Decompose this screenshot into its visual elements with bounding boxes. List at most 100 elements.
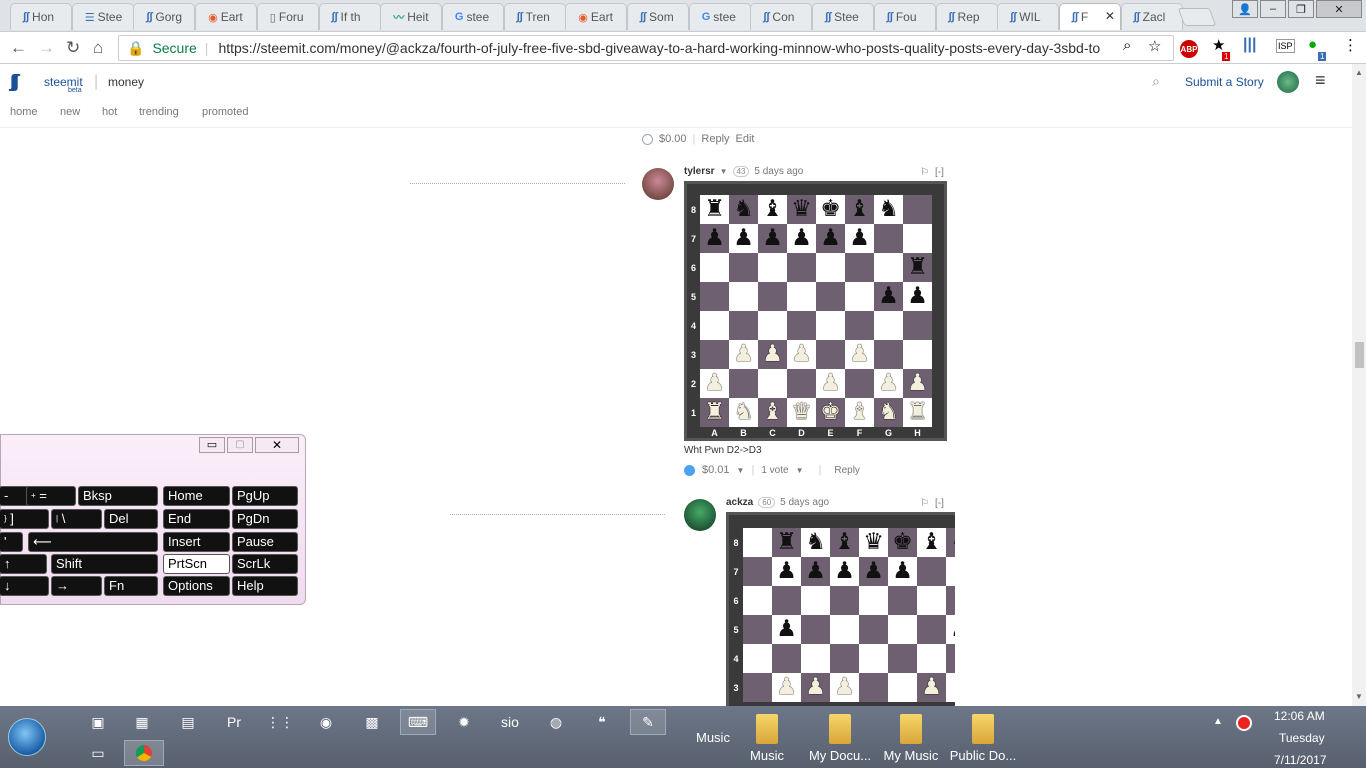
user-icon[interactable]: 👤 [1232, 0, 1258, 18]
tab-1[interactable]: ☰ Stee [71, 3, 134, 30]
key-13[interactable]: Pause [232, 532, 298, 552]
avatar[interactable] [642, 168, 674, 200]
reply-link[interactable]: Reply [834, 465, 860, 476]
menu-dots-icon[interactable]: ⋮ [1343, 36, 1358, 54]
tab-6[interactable]: 〰 Heit [380, 3, 443, 30]
key-12[interactable]: Insert [163, 532, 230, 552]
tab-18[interactable]: ∫∫ Zacl [1120, 3, 1183, 30]
folder-shortcut[interactable]: My Docu... [805, 710, 875, 766]
nav-hot[interactable]: hot [102, 106, 117, 118]
show-hidden-icons[interactable]: ▲ [1213, 716, 1223, 727]
key-8[interactable]: End [163, 509, 230, 529]
tab-11[interactable]: Gstee [688, 3, 751, 30]
collapse-toggle[interactable]: [-] [935, 167, 944, 178]
tab-14[interactable]: ∫∫ Fou [873, 3, 936, 30]
close-window-button[interactable]: ✕ [1316, 0, 1362, 18]
home-icon[interactable]: ⌂ [93, 38, 103, 58]
user-avatar[interactable] [1277, 71, 1299, 93]
key-1[interactable]: + = [26, 486, 76, 506]
upvote-icon[interactable] [684, 464, 695, 476]
key-11[interactable]: ⟵ [28, 532, 158, 552]
key-16[interactable]: PrtScn [163, 554, 230, 574]
flag-icon[interactable]: ⚐ [920, 167, 929, 178]
paint-icon[interactable]: ✹ [446, 709, 482, 735]
tab-0[interactable]: ∫∫ Hon [10, 3, 72, 30]
tab-2[interactable]: ∫∫ Gorg [133, 3, 196, 30]
extension-box-icon[interactable]: ISP [1276, 39, 1295, 53]
hangouts-icon[interactable]: ● [1308, 36, 1317, 53]
back-icon[interactable]: ← [10, 38, 27, 58]
folder-shortcut[interactable]: Music [732, 710, 802, 766]
clock-date[interactable]: 7/11/2017 [1274, 753, 1327, 767]
tab-17[interactable]: ∫∫ F ✕ [1058, 3, 1121, 30]
tab-3[interactable]: ◉ Eart [195, 3, 258, 30]
nav-promoted[interactable]: promoted [202, 106, 248, 118]
maximize-button[interactable]: ▢ [227, 437, 253, 453]
key-9[interactable]: PgDn [232, 509, 298, 529]
zoom-icon[interactable]: ⌕ [1123, 37, 1131, 54]
key-20[interactable]: Fn [104, 576, 158, 596]
payout[interactable]: $0.00 [659, 133, 687, 145]
key-3[interactable]: Home [163, 486, 230, 506]
comment-time[interactable]: 5 days ago [780, 497, 829, 508]
votes-dropdown-icon[interactable]: ▼ [796, 466, 804, 475]
key-5[interactable]: } ] [0, 509, 49, 529]
category-label[interactable]: money [108, 75, 144, 89]
page-scrollbar[interactable]: ▲ ▼ [1352, 64, 1366, 706]
command-prompt-icon[interactable]: ▣ [80, 709, 116, 735]
minimize-button[interactable]: ▭ [199, 437, 225, 453]
upvote-icon[interactable] [642, 133, 653, 145]
music-label[interactable]: Music [696, 730, 730, 745]
clock-time[interactable]: 12:06 AM [1274, 709, 1325, 723]
edit-link[interactable]: Edit [736, 133, 755, 145]
comment-time[interactable]: 5 days ago [754, 166, 803, 177]
scroll-up-icon[interactable]: ▲ [1355, 68, 1363, 77]
tab-10[interactable]: ∫∫ Som [627, 3, 689, 30]
key-4[interactable]: PgUp [232, 486, 298, 506]
firefox-icon[interactable]: ◉ [308, 709, 344, 735]
key-7[interactable]: Del [104, 509, 158, 529]
tab-5[interactable]: ∫∫ If th [318, 3, 381, 30]
tab-16[interactable]: ∫∫ WIL [997, 3, 1060, 30]
bars-extension-icon[interactable]: ||| [1243, 36, 1256, 54]
key-18[interactable]: ↓ [0, 576, 49, 596]
key-6[interactable]: | \ [51, 509, 102, 529]
collapse-toggle[interactable]: [-] [935, 498, 944, 509]
adblock-icon[interactable]: ABP [1180, 40, 1198, 58]
comment-author[interactable]: tylersr [684, 166, 715, 177]
tray-app-icon[interactable] [1236, 715, 1252, 731]
steemit-logo-icon[interactable]: ∫∫∫ [10, 71, 19, 92]
minimize-button[interactable]: – [1260, 0, 1286, 18]
hangouts-icon[interactable]: ❝ [584, 709, 620, 735]
key-19[interactable]: → [51, 576, 102, 596]
key-10[interactable]: ' [0, 532, 23, 552]
close-tab-icon[interactable]: ✕ [1105, 9, 1115, 23]
tab-9[interactable]: ◉ Eart [565, 3, 628, 30]
folder-shortcut[interactable]: Public Do... [948, 710, 1018, 766]
avatar[interactable] [684, 499, 716, 531]
key-17[interactable]: ScrLk [232, 554, 298, 574]
search-icon[interactable]: ⌕ [1152, 73, 1160, 90]
app-icon[interactable]: ▩ [354, 709, 390, 735]
web-icon[interactable]: ◍ [538, 709, 574, 735]
comment-author[interactable]: ackza [726, 497, 753, 508]
nav-new[interactable]: new [60, 106, 80, 118]
tab-15[interactable]: ∫∫ Rep [935, 3, 998, 30]
bookmark-star-icon[interactable]: ☆ [1148, 37, 1161, 55]
key-21[interactable]: Options [163, 576, 230, 596]
start-button[interactable] [8, 718, 46, 756]
key-15[interactable]: Shift [51, 554, 158, 574]
scrollbar-thumb[interactable] [1355, 342, 1364, 368]
hamburger-menu-icon[interactable]: ≡ [1315, 70, 1326, 91]
calculator-icon[interactable]: ▤ [170, 709, 206, 735]
maximize-button[interactable]: ❐ [1288, 0, 1314, 18]
address-bar[interactable]: 🔒 Secure | https://steemit.com/money/@ac… [118, 35, 1174, 61]
tab-8[interactable]: ∫∫ Tren [503, 3, 566, 30]
key-22[interactable]: Help [232, 576, 298, 596]
nav-home[interactable]: home [10, 106, 38, 118]
author-dropdown-icon[interactable]: ▼ [720, 167, 728, 176]
reload-icon[interactable]: ↻ [66, 38, 80, 58]
nav-trending[interactable]: trending [139, 106, 179, 118]
submit-story-link[interactable]: Submit a Story [1185, 75, 1264, 89]
scroll-down-icon[interactable]: ▼ [1355, 692, 1363, 701]
